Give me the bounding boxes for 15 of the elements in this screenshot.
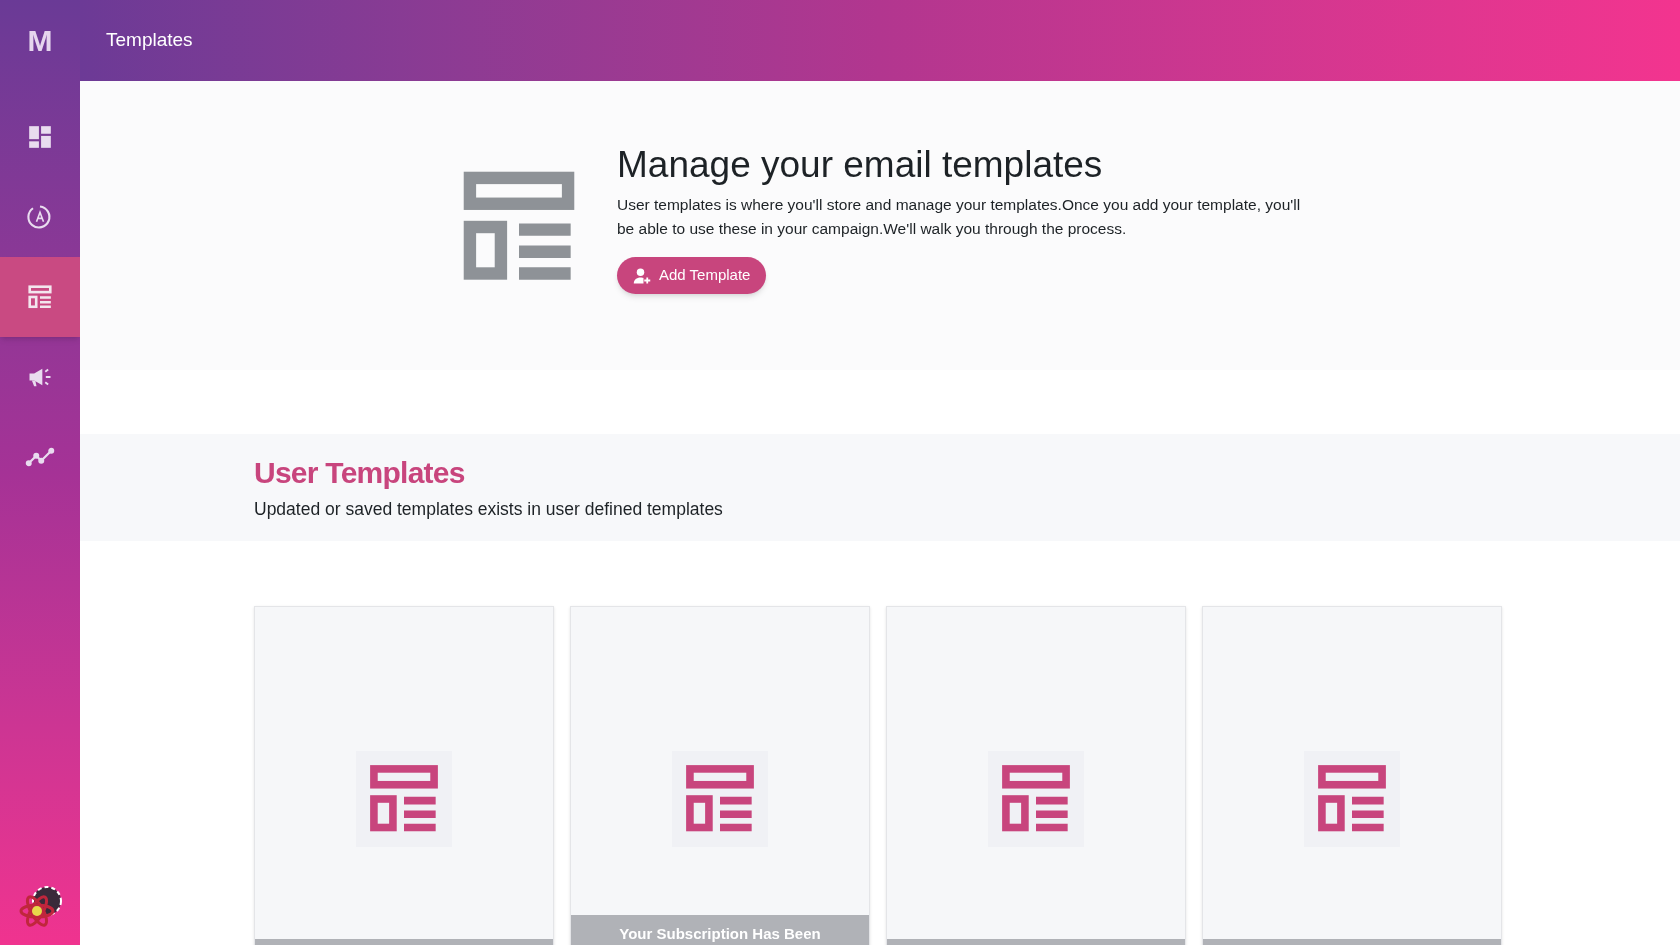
section-subtitle: Updated or saved templates exists in user defined templates xyxy=(254,498,724,521)
section-title: User Templates xyxy=(254,455,466,491)
add-user-icon xyxy=(633,266,651,285)
template-card[interactable] xyxy=(1202,606,1502,945)
dashboard-icon xyxy=(27,124,53,150)
app-logo[interactable]: M xyxy=(27,18,53,63)
sidebar-item[interactable] xyxy=(0,257,80,337)
card-caption: Your Subscription Has Been xyxy=(619,924,821,944)
hero-title: Manage your email templates xyxy=(617,143,1104,187)
template-icon xyxy=(27,284,53,310)
template-card[interactable] xyxy=(254,606,554,945)
add-template-button[interactable]: Add Template xyxy=(617,257,767,294)
page-title: Templates xyxy=(106,28,193,53)
hero-description: User templates is where you'll store and manage your templates.Once you add your template, you'll be able to use these in your campaign.We'll walk you through the process. xyxy=(617,195,1302,239)
template-card[interactable] xyxy=(886,606,1186,945)
